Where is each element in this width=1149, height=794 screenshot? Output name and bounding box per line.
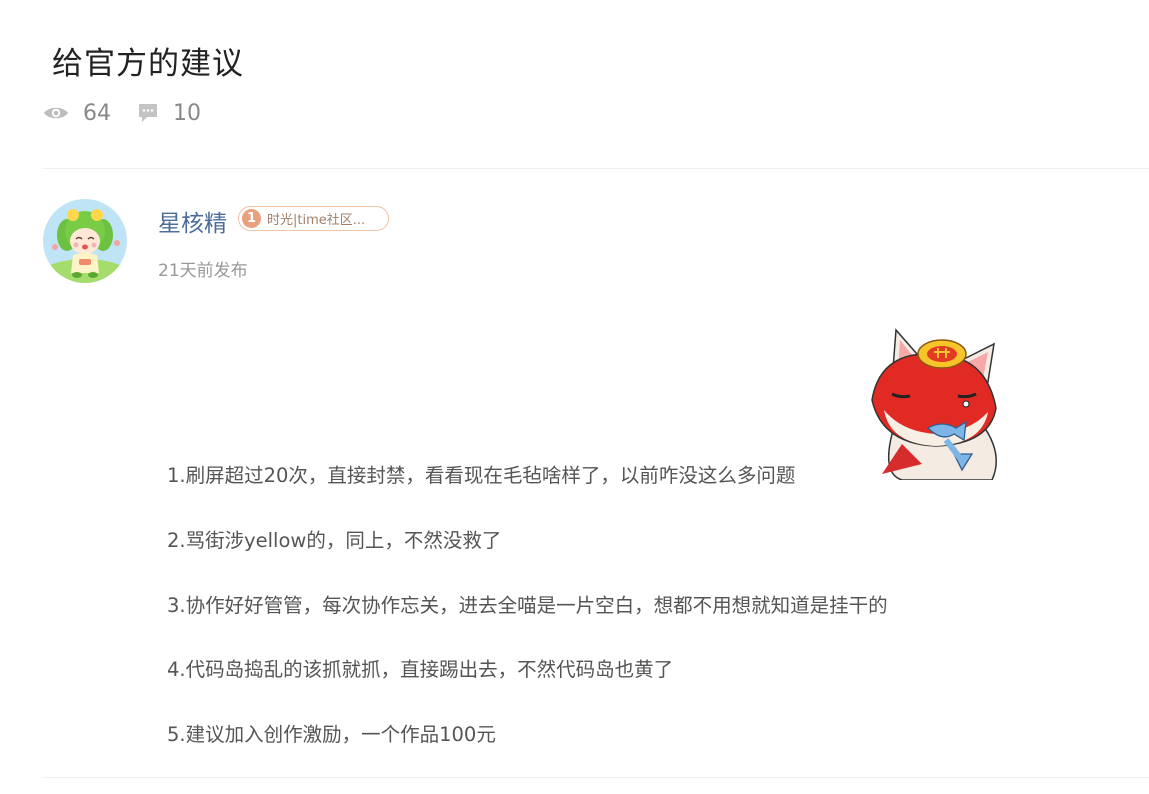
divider — [43, 777, 1149, 778]
avatar[interactable] — [43, 199, 127, 283]
content-line: 3.协作好好管管，每次协作忘关，进去全喵是一片空白，想都不用想就知道是挂干的 — [167, 594, 888, 617]
badge-text: 时光|time社区... — [267, 213, 366, 228]
post-time: 21天前发布 — [158, 261, 248, 281]
view-count: 64 — [43, 101, 111, 126]
community-badge[interactable]: 1 时光|time社区... — [238, 206, 389, 231]
fox-sticker-image — [862, 324, 1008, 481]
comment-count-value: 10 — [173, 100, 201, 126]
badge-level: 1 — [242, 209, 261, 228]
comment-bubble-icon — [137, 102, 159, 124]
post-title: 给官方的建议 — [52, 46, 244, 82]
comment-count: 10 — [135, 101, 201, 126]
content-line: 1.刷屏超过20次，直接封禁，看看现在毛毡啥样了，以前咋没这么多问题 — [167, 464, 796, 487]
view-count-value: 64 — [83, 100, 111, 126]
content-line: 2.骂街涉yellow的，同上，不然没救了 — [167, 529, 502, 552]
eye-icon — [43, 105, 69, 121]
author-name[interactable]: 星核精 — [158, 204, 227, 238]
post-stats: 64 10 — [43, 98, 225, 128]
content-line: 4.代码岛捣乱的该抓就抓，直接踢出去，不然代码岛也黄了 — [167, 658, 674, 681]
content-line: 5.建议加入创作激励，一个作品100元 — [167, 723, 496, 746]
divider — [43, 168, 1149, 169]
